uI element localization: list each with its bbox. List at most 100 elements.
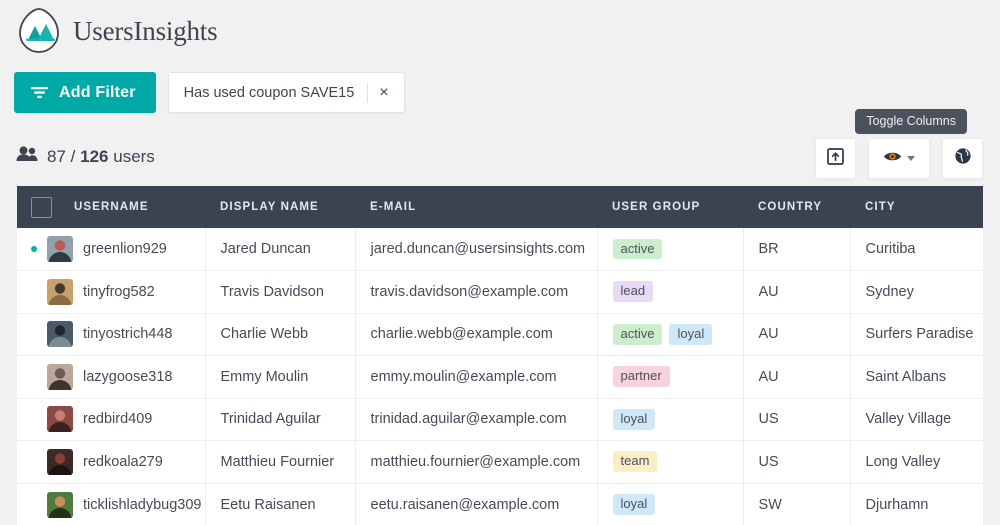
user-group-cell: loyal bbox=[597, 398, 744, 441]
user-group-cell: partner bbox=[597, 355, 744, 399]
email-cell[interactable]: emmy.moulin@example.com bbox=[355, 355, 598, 399]
table-row[interactable]: redkoala279 Matthieu Fournier matthieu.f… bbox=[17, 440, 983, 484]
username-cell[interactable]: redkoala279 bbox=[17, 440, 206, 484]
table-row[interactable]: redbird409 Trinidad Aguilar trinidad.agu… bbox=[17, 398, 983, 441]
online-status-dot bbox=[31, 459, 37, 465]
display-name-cell: Charlie Webb bbox=[205, 313, 356, 356]
remove-filter-button[interactable]: × bbox=[379, 84, 403, 101]
users-insights-page: UsersInsights Add Filter Has used coupon… bbox=[0, 0, 1000, 525]
user-group-cell: loyal bbox=[597, 483, 744, 525]
user-group-cell: active loyal bbox=[597, 313, 744, 356]
email-cell[interactable]: charlie.webb@example.com bbox=[355, 313, 598, 356]
email-cell[interactable]: eetu.raisanen@example.com bbox=[355, 483, 598, 525]
add-filter-button[interactable]: Add Filter bbox=[14, 72, 156, 113]
country-cell: AU bbox=[743, 355, 851, 399]
country-cell: BR bbox=[743, 228, 851, 271]
user-group-badge[interactable]: team bbox=[612, 451, 658, 473]
table-row[interactable]: tinyfrog582 Travis Davidson travis.david… bbox=[17, 270, 983, 314]
user-group-cell: active bbox=[597, 228, 744, 271]
email-cell[interactable]: trinidad.aguilar@example.com bbox=[355, 398, 598, 441]
select-all-cell bbox=[17, 186, 59, 228]
email-cell[interactable]: jared.duncan@usersinsights.com bbox=[355, 228, 598, 271]
globe-icon bbox=[954, 147, 972, 170]
avatar bbox=[47, 448, 73, 475]
column-header-city[interactable]: CITY bbox=[850, 186, 983, 228]
email-cell[interactable]: travis.davidson@example.com bbox=[355, 270, 598, 314]
username-text: tinyfrog582 bbox=[83, 283, 155, 300]
user-count-text: 87 / 126 users bbox=[47, 147, 155, 167]
city-cell: Long Valley bbox=[850, 440, 983, 484]
username-text: tinyostrich448 bbox=[83, 326, 173, 343]
user-group-badge[interactable]: lead bbox=[612, 281, 654, 303]
column-header-email[interactable]: E-MAIL bbox=[355, 186, 597, 228]
brand-name: UsersInsights bbox=[73, 15, 218, 46]
username-cell[interactable]: greenlion929 bbox=[17, 228, 206, 271]
city-cell: Valley Village bbox=[850, 398, 983, 441]
display-name-cell: Travis Davidson bbox=[205, 270, 356, 314]
users-table: USERNAME DISPLAY NAME E-MAIL USER GROUP … bbox=[17, 186, 983, 525]
avatar bbox=[47, 406, 73, 433]
table-row[interactable]: greenlion929 Jared Duncan jared.duncan@u… bbox=[17, 228, 983, 271]
column-header-country[interactable]: COUNTRY bbox=[743, 186, 850, 228]
username-cell[interactable]: ticklishladybug309 bbox=[17, 483, 206, 525]
table-row[interactable]: tinyostrich448 Charlie Webb charlie.webb… bbox=[17, 313, 983, 356]
country-cell: AU bbox=[743, 313, 851, 356]
country-cell: US bbox=[743, 398, 851, 441]
chip-divider bbox=[367, 82, 369, 103]
username-cell[interactable]: lazygoose318 bbox=[17, 355, 206, 399]
username-text: redbird409 bbox=[83, 411, 153, 428]
select-all-checkbox[interactable] bbox=[31, 196, 52, 218]
country-cell: AU bbox=[743, 270, 851, 314]
column-header-display-name[interactable]: DISPLAY NAME bbox=[205, 186, 355, 228]
online-status-dot bbox=[31, 246, 37, 252]
username-cell[interactable]: redbird409 bbox=[17, 398, 206, 441]
city-cell: Surfers Paradise bbox=[850, 313, 983, 356]
city-cell: Saint Albans bbox=[850, 355, 983, 399]
username-text: greenlion929 bbox=[83, 241, 167, 257]
country-cell: US bbox=[743, 440, 851, 484]
avatar bbox=[47, 236, 73, 262]
online-status-dot bbox=[31, 331, 37, 337]
avatar bbox=[47, 278, 73, 305]
username-cell[interactable]: tinyfrog582 bbox=[17, 270, 206, 314]
toggle-columns-tooltip: Toggle Columns bbox=[855, 109, 967, 134]
eye-icon bbox=[883, 150, 902, 168]
export-button[interactable] bbox=[815, 138, 856, 179]
column-header-username[interactable]: USERNAME bbox=[59, 186, 205, 228]
column-header-user-group[interactable]: USER GROUP bbox=[597, 186, 743, 228]
city-cell: Djurhamn bbox=[865, 496, 929, 513]
table-header: USERNAME DISPLAY NAME E-MAIL USER GROUP … bbox=[17, 186, 983, 228]
user-group-badge[interactable]: loyal bbox=[612, 494, 656, 515]
toggle-columns-button[interactable] bbox=[868, 138, 930, 179]
avatar bbox=[47, 363, 73, 390]
user-group-cell: lead bbox=[597, 270, 744, 314]
user-group-cell: team bbox=[597, 440, 744, 484]
funnel-icon bbox=[31, 86, 48, 99]
online-status-dot bbox=[31, 289, 37, 295]
username-cell[interactable]: tinyostrich448 bbox=[17, 313, 206, 356]
add-filter-label: Add Filter bbox=[59, 83, 136, 101]
chevron-down-icon bbox=[907, 156, 915, 161]
username-text: ticklishladybug309 bbox=[83, 496, 202, 513]
active-filter-chip[interactable]: Has used coupon SAVE15 × bbox=[167, 72, 405, 113]
table-row[interactable]: lazygoose318 Emmy Moulin emmy.moulin@exa… bbox=[17, 355, 983, 399]
count-unit: users bbox=[113, 146, 155, 166]
country-cell: SW bbox=[743, 483, 851, 525]
globe-button[interactable] bbox=[942, 138, 983, 179]
user-group-badge[interactable]: loyal bbox=[669, 323, 713, 345]
avatar bbox=[47, 321, 73, 348]
avatar bbox=[47, 491, 73, 518]
user-group-badge[interactable]: loyal bbox=[612, 408, 656, 430]
table-actions bbox=[815, 138, 983, 179]
email-cell[interactable]: matthieu.fournier@example.com bbox=[355, 440, 598, 484]
brand-logo[interactable]: UsersInsights bbox=[14, 6, 218, 56]
filter-bar: Add Filter Has used coupon SAVE15 × bbox=[14, 72, 405, 113]
user-group-badge[interactable]: active bbox=[612, 323, 663, 345]
online-status-dot bbox=[31, 416, 37, 422]
count-separator: / bbox=[70, 146, 76, 166]
user-count: 87 / 126 users bbox=[16, 146, 155, 167]
display-name-cell: Jared Duncan bbox=[205, 228, 356, 271]
user-group-badge[interactable]: active bbox=[612, 238, 663, 260]
table-row[interactable]: ticklishladybug309 Eetu Raisanen eetu.ra… bbox=[17, 483, 983, 525]
user-group-badge[interactable]: partner bbox=[612, 366, 670, 388]
